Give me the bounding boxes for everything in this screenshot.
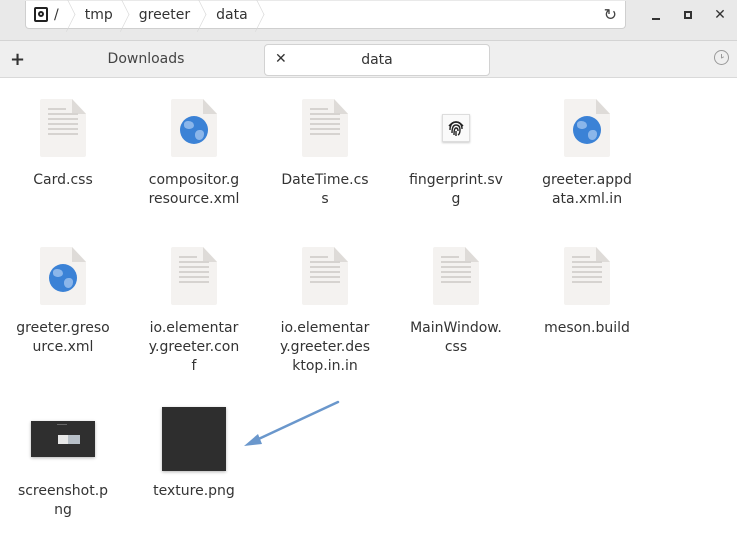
- breadcrumb-root-label: /: [54, 6, 59, 23]
- icon-slot: [139, 93, 249, 163]
- tab-label: Downloads: [107, 51, 185, 67]
- icon-slot: [532, 93, 642, 163]
- minimize-icon: [652, 18, 660, 20]
- icon-slot: [401, 241, 511, 311]
- icon-slot: [8, 93, 118, 163]
- file-name: MainWindow.css: [410, 320, 502, 355]
- xml-globe-icon: [564, 99, 610, 157]
- tab-label: data: [361, 52, 393, 68]
- icon-slot: [8, 404, 118, 474]
- file-item[interactable]: greeter.gresource.xml: [8, 241, 118, 357]
- maximize-button[interactable]: [678, 6, 698, 24]
- maximize-icon: [684, 11, 692, 19]
- screenshot-thumbnail-icon: [31, 421, 95, 457]
- breadcrumb-label: data: [216, 6, 248, 23]
- history-clock-icon[interactable]: [714, 50, 729, 65]
- minimize-button[interactable]: [646, 6, 666, 24]
- file-item[interactable]: io.elementary.greeter.conf: [139, 241, 249, 376]
- file-item[interactable]: io.elementary.greeter.desktop.in.in: [270, 241, 380, 376]
- file-item[interactable]: screenshot.png: [8, 404, 118, 520]
- breadcrumb-greeter[interactable]: greeter: [127, 1, 204, 28]
- file-name: greeter.appdata.xml.in: [542, 172, 632, 207]
- breadcrumb-root[interactable]: /: [26, 1, 73, 28]
- reload-icon[interactable]: ↻: [604, 5, 617, 24]
- file-item[interactable]: compositor.gresource.xml: [139, 93, 249, 209]
- text-document-icon: [171, 247, 217, 305]
- file-item[interactable]: DateTime.css: [270, 93, 380, 209]
- icon-slot: [139, 404, 249, 474]
- tab-close-icon[interactable]: ✕: [275, 51, 287, 67]
- fingerprint-icon: [442, 114, 470, 142]
- file-name: io.elementary.greeter.desktop.in.in: [279, 320, 371, 374]
- file-item[interactable]: greeter.appdata.xml.in: [532, 93, 642, 209]
- header-bar: / tmp greeter data ↻ ✕: [0, 0, 737, 40]
- file-name: Card.css: [33, 172, 93, 188]
- text-document-icon: [433, 247, 479, 305]
- icon-slot: [270, 241, 380, 311]
- file-item[interactable]: meson.build: [532, 241, 642, 338]
- close-window-button[interactable]: ✕: [710, 6, 730, 24]
- breadcrumb-data[interactable]: data: [204, 1, 262, 28]
- xml-globe-icon: [40, 247, 86, 305]
- file-item[interactable]: Card.css: [8, 93, 118, 190]
- file-item[interactable]: fingerprint.svg: [401, 93, 511, 209]
- file-name: screenshot.png: [17, 483, 109, 518]
- xml-globe-icon: [171, 99, 217, 157]
- texture-thumbnail-icon: [162, 407, 226, 471]
- file-item[interactable]: texture.png: [139, 404, 249, 501]
- breadcrumb-label: greeter: [138, 6, 191, 23]
- breadcrumb-label: tmp: [84, 6, 113, 23]
- location-bar[interactable]: / tmp greeter data ↻: [25, 1, 626, 29]
- icon-slot: [532, 241, 642, 311]
- file-name: DateTime.css: [281, 172, 369, 207]
- file-name: meson.build: [544, 320, 630, 336]
- file-name: greeter.gresource.xml: [16, 320, 110, 355]
- text-document-icon: [40, 99, 86, 157]
- text-document-icon: [302, 247, 348, 305]
- breadcrumb-tmp[interactable]: tmp: [73, 1, 127, 28]
- file-name: io.elementary.greeter.conf: [148, 320, 240, 374]
- file-name: fingerprint.svg: [409, 172, 503, 207]
- drive-icon: [34, 7, 48, 22]
- tab-data[interactable]: ✕ data: [264, 44, 490, 76]
- icon-slot: [139, 241, 249, 311]
- icon-slot: [401, 93, 511, 163]
- icon-slot: [270, 93, 380, 163]
- icon-slot: [8, 241, 118, 311]
- tab-downloads[interactable]: Downloads: [30, 41, 262, 77]
- close-icon: ✕: [714, 7, 726, 23]
- text-document-icon: [564, 247, 610, 305]
- file-name: compositor.gresource.xml: [148, 172, 240, 207]
- tab-bar: + Downloads ✕ data: [0, 40, 737, 78]
- file-name: texture.png: [153, 483, 235, 499]
- file-grid: Card.css compositor.gresource.xml DateTi…: [0, 78, 737, 558]
- new-tab-button[interactable]: +: [10, 49, 25, 70]
- file-item[interactable]: MainWindow.css: [401, 241, 511, 357]
- text-document-icon: [302, 99, 348, 157]
